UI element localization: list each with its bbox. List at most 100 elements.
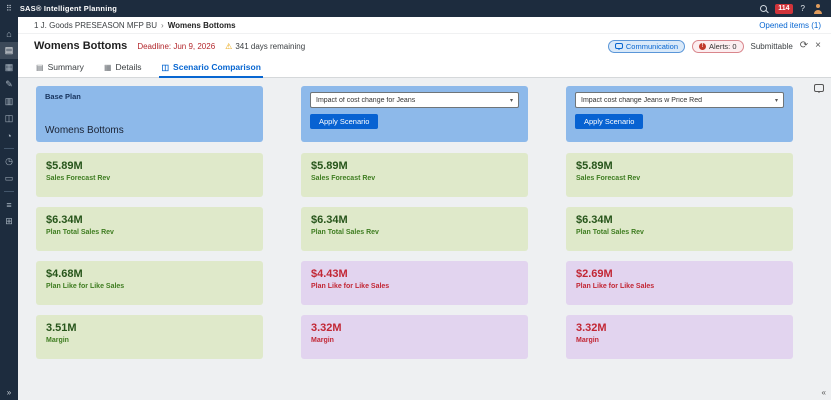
- notification-badge[interactable]: 114: [775, 3, 793, 14]
- metric-value: $5.89M: [576, 160, 613, 172]
- warning-icon: ⚠: [225, 41, 233, 51]
- metric-value: $6.34M: [46, 214, 83, 226]
- opened-items-link[interactable]: Opened items (1): [759, 21, 821, 30]
- alerts-label: Alerts: 0: [709, 41, 737, 51]
- briefcase-icon[interactable]: ⊞: [0, 213, 18, 230]
- plans-icon[interactable]: ▤: [0, 42, 18, 59]
- chevron-down-icon: ▾: [774, 97, 778, 104]
- summary-tab-icon: ▤: [36, 62, 44, 72]
- breadcrumb-parent[interactable]: 1 J. Goods PRESEASON MFP BU: [34, 21, 157, 30]
- metric-value: $6.34M: [576, 214, 613, 226]
- metric-card: $2.69M Plan Like for Like Sales: [566, 261, 793, 305]
- chevron-down-icon: ▾: [509, 97, 513, 104]
- breadcrumb-separator: ›: [161, 20, 164, 30]
- app-title: SAS® Intelligent Planning: [19, 4, 118, 13]
- metric-card: $4.68M Plan Like for Like Sales: [36, 261, 263, 305]
- metric-value: $5.89M: [46, 160, 83, 172]
- chart-icon[interactable]: ◫: [0, 110, 18, 127]
- top-app-bar: ⠿ SAS® Intelligent Planning 114 ?: [0, 0, 831, 17]
- expand-rail-chevron[interactable]: »: [0, 388, 18, 397]
- rail-divider: [4, 148, 14, 149]
- scenario-comparison-content: Base Plan Womens Bottoms $5.89M Sales Fo…: [18, 78, 831, 400]
- breadcrumb-current: Womens Bottoms: [167, 20, 236, 30]
- layers-icon[interactable]: ≡: [0, 196, 18, 213]
- alert-icon: !: [699, 42, 706, 50]
- scenario-dropdown[interactable]: Impact cost change Jeans w Price Red ▾: [575, 92, 784, 108]
- tab-summary[interactable]: ▤ Summary: [34, 59, 86, 78]
- metric-label: Sales Forecast Rev: [46, 175, 111, 182]
- metric-label: Margin: [576, 337, 599, 344]
- metric-card: $6.34M Plan Total Sales Rev: [301, 207, 528, 251]
- comments-panel-icon[interactable]: [814, 84, 824, 93]
- metric-value: $2.69M: [576, 268, 613, 280]
- help-icon[interactable]: ?: [801, 4, 805, 13]
- grid-icon[interactable]: ▦: [0, 59, 18, 76]
- metric-value: $6.34M: [311, 214, 348, 226]
- report-icon[interactable]: ▥: [0, 93, 18, 110]
- home-icon[interactable]: ⌂: [0, 25, 18, 42]
- base-plan-title: Base Plan: [45, 92, 81, 101]
- collapse-panel-chevron[interactable]: «: [822, 388, 826, 397]
- scenario-dropdown-value: Impact cost change Jeans w Price Red: [581, 96, 703, 104]
- tab-scenario-comparison-label: Scenario Comparison: [173, 62, 261, 72]
- search-icon[interactable]: [760, 5, 768, 12]
- metric-value: $4.68M: [46, 268, 83, 280]
- metric-card: $5.89M Sales Forecast Rev: [36, 153, 263, 197]
- scenario-comparison-tab-icon: ◫: [161, 62, 170, 72]
- metric-card: $4.43M Plan Like for Like Sales: [301, 261, 528, 305]
- history-icon[interactable]: ◷: [0, 153, 18, 170]
- comparison-columns: Base Plan Womens Bottoms $5.89M Sales Fo…: [36, 86, 813, 369]
- folder-icon[interactable]: ▭: [0, 170, 18, 187]
- scenario-header-card: Impact cost change Jeans w Price Red ▾ A…: [566, 86, 793, 142]
- metric-card: 3.51M Margin: [36, 315, 263, 359]
- metric-label: Plan Total Sales Rev: [46, 229, 114, 236]
- deadline-text: Deadline: Jun 9, 2026: [137, 41, 216, 51]
- metric-label: Plan Like for Like Sales: [311, 283, 390, 290]
- metric-value: 3.32M: [576, 322, 607, 334]
- apply-scenario-button[interactable]: Apply Scenario: [575, 114, 644, 129]
- metric-label: Margin: [311, 337, 334, 344]
- metric-value: $4.43M: [311, 268, 348, 280]
- metric-label: Plan Total Sales Rev: [311, 229, 379, 236]
- scenario-column-2: Impact cost change Jeans w Price Red ▾ A…: [566, 86, 793, 369]
- base-plan-column: Base Plan Womens Bottoms $5.89M Sales Fo…: [36, 86, 263, 369]
- communication-button[interactable]: Communication: [607, 39, 685, 53]
- main-area: 1 J. Goods PRESEASON MFP BU › Womens Bot…: [18, 17, 831, 400]
- metric-card: 3.32M Margin: [301, 315, 528, 359]
- page-header: Womens Bottoms Deadline: Jun 9, 2026 ⚠ 3…: [18, 34, 831, 58]
- page-title: Womens Bottoms: [34, 40, 128, 52]
- tab-details-label: Details: [115, 62, 142, 72]
- breadcrumb: 1 J. Goods PRESEASON MFP BU › Womens Bot…: [18, 17, 831, 34]
- gauge-icon[interactable]: ◔: [0, 127, 18, 144]
- edit-icon[interactable]: ✎: [0, 76, 18, 93]
- apps-menu-icon[interactable]: ⠿: [6, 4, 12, 13]
- days-remaining-text: 341 days remaining: [235, 41, 306, 51]
- refresh-icon[interactable]: ⟳: [800, 41, 808, 51]
- details-tab-icon: ▦: [103, 62, 112, 72]
- metric-card: $6.34M Plan Total Sales Rev: [566, 207, 793, 251]
- scenario-column-1: Impact of cost change for Jeans ▾ Apply …: [301, 86, 528, 369]
- metric-label: Margin: [46, 337, 69, 344]
- metric-card: $5.89M Sales Forecast Rev: [566, 153, 793, 197]
- apply-scenario-button[interactable]: Apply Scenario: [310, 114, 379, 129]
- chat-bubble-icon: [614, 43, 623, 50]
- scenario-dropdown[interactable]: Impact of cost change for Jeans ▾: [310, 92, 519, 108]
- tab-summary-label: Summary: [47, 62, 84, 72]
- scenario-dropdown-value: Impact of cost change for Jeans: [316, 96, 416, 104]
- base-plan-header-card: Base Plan Womens Bottoms: [36, 86, 263, 142]
- user-avatar-icon[interactable]: [813, 3, 823, 14]
- metric-label: Sales Forecast Rev: [576, 175, 641, 182]
- close-icon[interactable]: ×: [815, 41, 821, 51]
- metric-label: Plan Like for Like Sales: [46, 283, 125, 290]
- left-navigation-rail: ⌂ ▤ ▦ ✎ ▥ ◫ ◔ ◷ ▭ ≡ ⊞ »: [0, 17, 18, 400]
- alerts-button[interactable]: ! Alerts: 0: [692, 39, 744, 53]
- submittable-status: Submittable: [750, 41, 793, 51]
- metric-label: Plan Total Sales Rev: [576, 229, 644, 236]
- base-plan-subtitle: Womens Bottoms: [45, 125, 124, 136]
- tab-scenario-comparison[interactable]: ◫ Scenario Comparison: [159, 59, 263, 78]
- tab-details[interactable]: ▦ Details: [102, 59, 144, 78]
- metric-value: $5.89M: [311, 160, 348, 172]
- topbar-actions: 114 ?: [760, 3, 823, 14]
- metric-label: Sales Forecast Rev: [311, 175, 376, 182]
- header-actions: Communication ! Alerts: 0 Submittable ⟳ …: [607, 39, 821, 53]
